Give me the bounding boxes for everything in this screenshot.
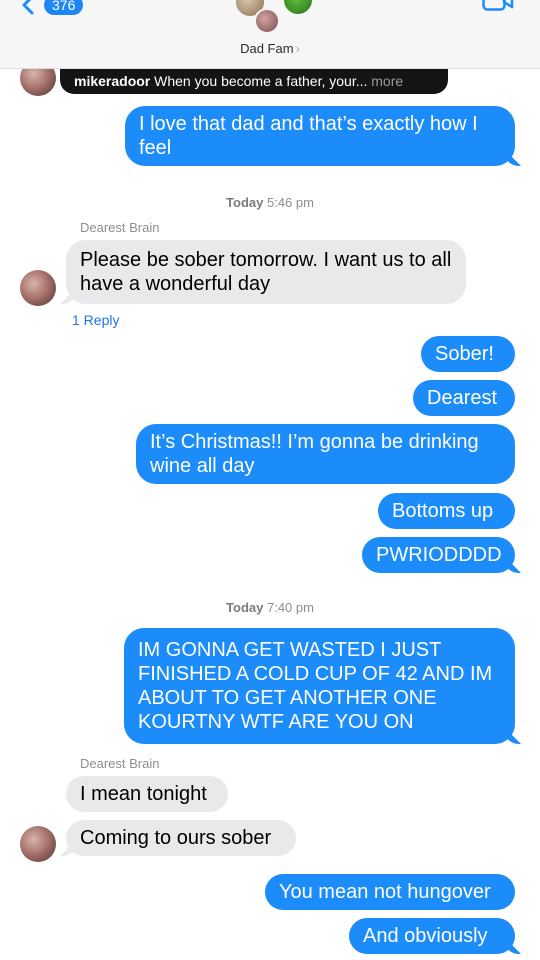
message-text: I mean tonight <box>80 783 207 805</box>
timestamp-day: Today <box>226 600 264 615</box>
message-bubble-outgoing[interactable]: Sober! <box>421 336 515 372</box>
avatar <box>20 270 56 306</box>
avatar <box>282 0 314 16</box>
group-name-label: Dad Fam <box>240 41 294 56</box>
back-button[interactable]: 376 <box>18 0 84 16</box>
message-bubble-outgoing[interactable]: IM GONNA GET WASTED I JUST FINISHED A CO… <box>124 628 515 744</box>
message-text: Bottoms up <box>392 500 494 522</box>
message-text: PWRIODDDD <box>376 544 502 566</box>
chevron-right-icon: › <box>295 41 300 56</box>
message-bubble-outgoing[interactable]: You mean not hungover <box>265 874 515 910</box>
message-bubble-outgoing[interactable]: PWRIODDDD <box>362 537 515 573</box>
group-name[interactable]: Dad Fam › <box>0 41 540 56</box>
message-text: Please be sober tomorrow. I want us to a… <box>80 249 452 295</box>
unread-count-badge: 376 <box>44 0 84 15</box>
shared-post-preview[interactable]: mikeradoor When you become a father, you… <box>60 68 448 94</box>
message-text: Sober! <box>435 343 494 365</box>
sender-name: Dearest Brain <box>80 220 160 235</box>
message-text: And obviously <box>363 925 488 947</box>
message-bubble-outgoing[interactable]: Bottoms up <box>378 493 515 529</box>
message-text: I love that dad and that’s exactly how I… <box>139 113 478 159</box>
message-bubble-incoming[interactable]: I mean tonight <box>66 776 228 812</box>
conversation-header: 376 Dad Fam › <box>0 0 540 69</box>
message-text: Dearest <box>427 387 498 409</box>
timestamp-day: Today <box>226 195 264 210</box>
post-text: When you become a father, your... <box>154 73 368 89</box>
timestamp: Today 7:40 pm <box>0 600 540 615</box>
timestamp: Today 5:46 pm <box>0 195 540 210</box>
video-call-icon[interactable] <box>482 0 514 14</box>
message-bubble-outgoing[interactable]: It’s Christmas!! I’m gonna be drinking w… <box>136 424 515 484</box>
avatar <box>20 826 56 862</box>
more-link[interactable]: more <box>371 73 403 89</box>
message-bubble-incoming[interactable]: Please be sober tomorrow. I want us to a… <box>66 240 466 304</box>
post-username: mikeradoor <box>74 73 151 89</box>
timestamp-time: 5:46 pm <box>266 195 314 210</box>
group-avatars[interactable] <box>232 0 314 38</box>
message-bubble-incoming[interactable]: Coming to ours sober <box>66 820 296 856</box>
chevron-left-icon <box>22 0 34 15</box>
avatar <box>254 8 280 34</box>
timestamp-time: 7:40 pm <box>266 600 314 615</box>
message-bubble-outgoing[interactable]: Dearest <box>413 380 515 416</box>
message-text: You mean not hungover <box>279 881 491 903</box>
message-bubble-outgoing[interactable]: And obviously <box>349 918 515 954</box>
message-text: Coming to ours sober <box>80 827 272 849</box>
message-text: IM GONNA GET WASTED I JUST FINISHED A CO… <box>138 639 493 733</box>
reply-thread-link[interactable]: 1 Reply <box>72 312 119 328</box>
sender-name: Dearest Brain <box>80 756 160 771</box>
message-bubble-outgoing[interactable]: I love that dad and that’s exactly how I… <box>125 106 515 166</box>
message-text: It’s Christmas!! I’m gonna be drinking w… <box>150 431 479 477</box>
